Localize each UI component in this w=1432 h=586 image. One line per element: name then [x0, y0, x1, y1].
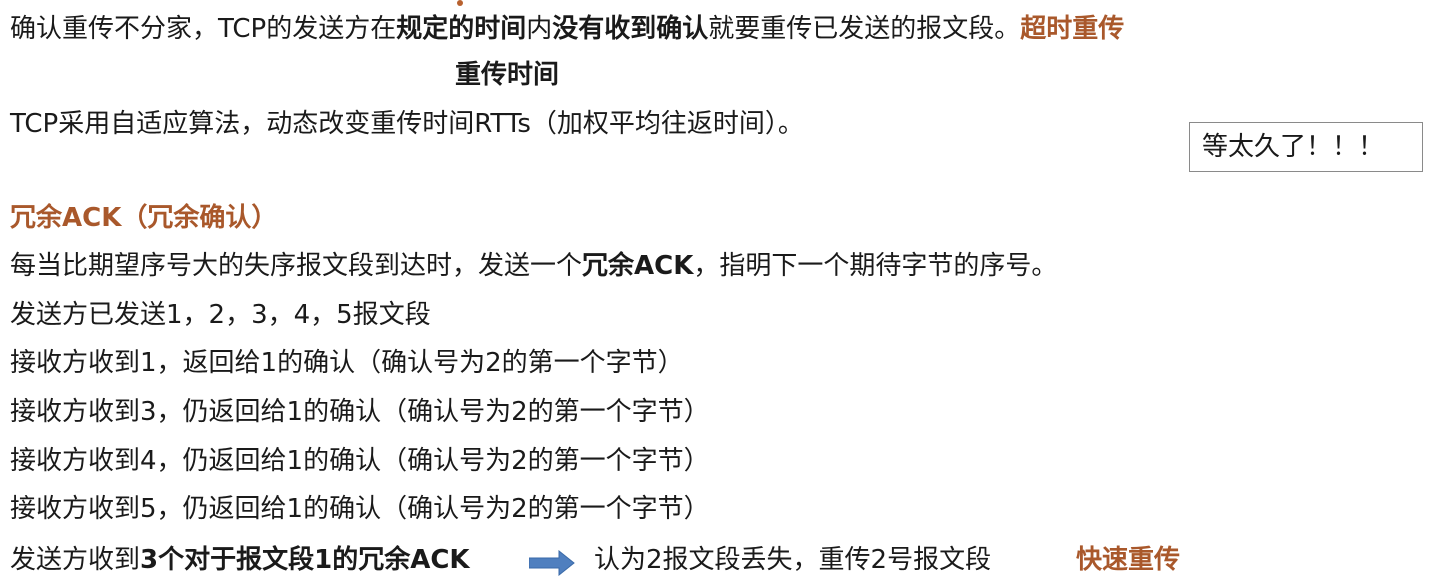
redundant-ack-description: 每当比期望序号大的失序报文段到达时，发送一个冗余ACK，指明下一个期待字节的序号…: [10, 249, 1057, 283]
timeout-retransmit-line: 确认重传不分家，TCP的发送方在规定的时间内没有收到确认就要重传已发送的报文段。…: [10, 12, 1124, 46]
bold-text-no-ack: 没有收到确认: [552, 14, 709, 44]
text-segment: 发送方收到: [10, 545, 141, 575]
redundant-ack-heading: 冗余ACK（冗余确认）: [10, 203, 278, 233]
list-item: 接收方收到5，仍返回给1的确认（确认号为2的第一个字节）: [10, 494, 710, 524]
fast-retransmit-tag: 快速重传: [1076, 545, 1181, 575]
slide-page: 确认重传不分家，TCP的发送方在规定的时间内没有收到确认就要重传已发送的报文段。…: [0, 0, 1432, 586]
final-line-left: 发送方收到3个对于报文段1的冗余ACK: [10, 543, 470, 577]
bold-text-redundant-ack: 冗余ACK: [582, 251, 694, 281]
timeout-retransmit-tag: 超时重传: [1020, 14, 1125, 44]
final-line-right: 认为2报文段丢失，重传2号报文段: [594, 543, 991, 577]
text-segment: ，指明下一个期待字节的序号。: [693, 251, 1058, 281]
retransmit-time-label: 重传时间: [455, 60, 560, 90]
text-segment: 认为2报文段丢失，重传2号报文段: [594, 545, 992, 575]
bold-text-three-redundant-acks: 3个对于报文段1的冗余ACK: [140, 545, 470, 575]
text-segment: 确认重传不分家，TCP的发送方在: [10, 14, 397, 44]
text-segment: 每当比期望序号大的失序报文段到达时，发送一个: [10, 251, 583, 281]
text-segment: 就要重传已发送的报文段。: [708, 14, 1021, 44]
list-item: 接收方收到1，返回给1的确认（确认号为2的第一个字节）: [10, 348, 684, 378]
list-item: 接收方收到4，仍返回给1的确认（确认号为2的第一个字节）: [10, 446, 710, 476]
list-item: 接收方收到3，仍返回给1的确认（确认号为2的第一个字节）: [10, 397, 710, 427]
note-box: 等太久了！！！: [1189, 122, 1423, 172]
pointer-dot: [457, 0, 463, 6]
text-segment: 内: [526, 14, 553, 44]
right-arrow-icon: [529, 550, 575, 576]
bold-text-specified-time: 规定的时间: [396, 14, 527, 44]
list-item: 发送方已发送1，2，3，4，5报文段: [10, 300, 431, 330]
adaptive-algorithm-line: TCP采用自适应算法，动态改变重传时间RTTs（加权平均往返时间）。: [10, 109, 804, 139]
